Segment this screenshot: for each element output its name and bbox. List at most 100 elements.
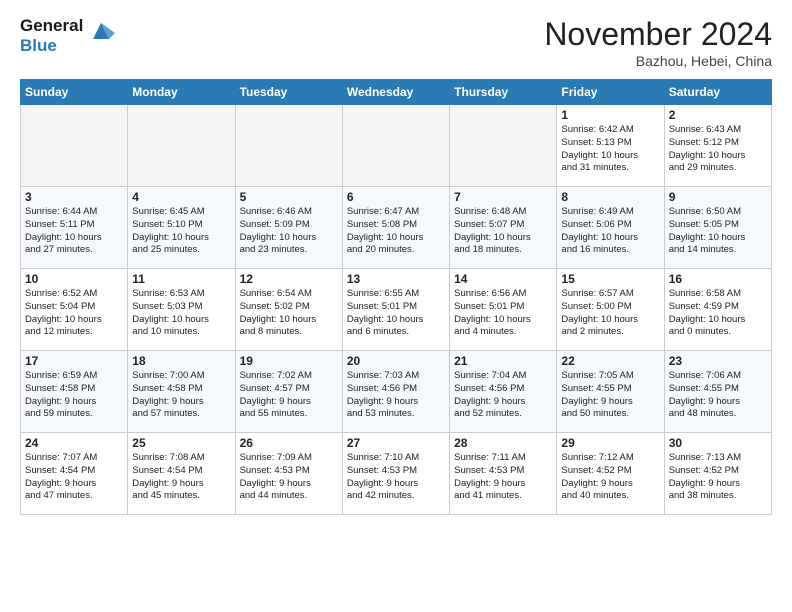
day-number: 19 — [240, 354, 338, 368]
calendar-cell: 15 Sunrise: 6:57 AM Sunset: 5:00 PM Dayli… — [557, 269, 664, 351]
title-block: November 2024 Bazhou, Hebei, China — [544, 16, 772, 69]
calendar-cell: 10 Sunrise: 6:52 AM Sunset: 5:04 PM Dayli… — [21, 269, 128, 351]
logo-blue: Blue — [20, 36, 57, 55]
day-info: Sunrise: 7:06 AM Sunset: 4:55 PM Dayligh… — [669, 370, 767, 421]
day-info: Sunrise: 6:47 AM Sunset: 5:08 PM Dayligh… — [347, 206, 445, 257]
day-number: 1 — [561, 108, 659, 122]
day-info: Sunrise: 7:08 AM Sunset: 4:54 PM Dayligh… — [132, 452, 230, 503]
calendar-cell: 17 Sunrise: 6:59 AM Sunset: 4:58 PM Dayli… — [21, 351, 128, 433]
weekday-sunday: Sunday — [21, 80, 128, 105]
day-number: 30 — [669, 436, 767, 450]
weekday-saturday: Saturday — [664, 80, 771, 105]
day-info: Sunrise: 7:13 AM Sunset: 4:52 PM Dayligh… — [669, 452, 767, 503]
day-number: 18 — [132, 354, 230, 368]
day-info: Sunrise: 7:12 AM Sunset: 4:52 PM Dayligh… — [561, 452, 659, 503]
day-info: Sunrise: 7:11 AM Sunset: 4:53 PM Dayligh… — [454, 452, 552, 503]
day-number: 27 — [347, 436, 445, 450]
week-row-3: 10 Sunrise: 6:52 AM Sunset: 5:04 PM Dayli… — [21, 269, 772, 351]
week-row-2: 3 Sunrise: 6:44 AM Sunset: 5:11 PM Daylig… — [21, 187, 772, 269]
day-number: 28 — [454, 436, 552, 450]
day-number: 24 — [25, 436, 123, 450]
day-number: 23 — [669, 354, 767, 368]
weekday-header-row: SundayMondayTuesdayWednesdayThursdayFrid… — [21, 80, 772, 105]
day-info: Sunrise: 6:48 AM Sunset: 5:07 PM Dayligh… — [454, 206, 552, 257]
calendar-cell: 19Sunrise: 7:02 AM Sunset: 4:57 PM Dayli… — [235, 351, 342, 433]
day-number: 16 — [669, 272, 767, 286]
calendar-cell: 16 Sunrise: 6:58 AM Sunset: 4:59 PM Dayli… — [664, 269, 771, 351]
calendar-cell — [128, 105, 235, 187]
day-info: Sunrise: 6:56 AM Sunset: 5:01 PM Dayligh… — [454, 288, 552, 339]
weekday-wednesday: Wednesday — [342, 80, 449, 105]
calendar-cell: 9Sunrise: 6:50 AM Sunset: 5:05 PM Daylig… — [664, 187, 771, 269]
logo-text: General Blue — [20, 16, 115, 55]
calendar-cell: 27 Sunrise: 7:10 AM Sunset: 4:53 PM Dayli… — [342, 433, 449, 515]
day-number: 2 — [669, 108, 767, 122]
calendar-cell: 21Sunrise: 7:04 AM Sunset: 4:56 PM Dayli… — [450, 351, 557, 433]
day-info: Sunrise: 6:44 AM Sunset: 5:11 PM Dayligh… — [25, 206, 123, 257]
calendar-cell: 20Sunrise: 7:03 AM Sunset: 4:56 PM Dayli… — [342, 351, 449, 433]
page: General Blue November 2024 Bazhou, Hebei… — [0, 0, 792, 531]
calendar-cell: 11 Sunrise: 6:53 AM Sunset: 5:03 PM Dayli… — [128, 269, 235, 351]
calendar-cell: 25Sunrise: 7:08 AM Sunset: 4:54 PM Dayli… — [128, 433, 235, 515]
day-info: Sunrise: 7:00 AM Sunset: 4:58 PM Dayligh… — [132, 370, 230, 421]
calendar-cell — [450, 105, 557, 187]
calendar-cell: 5 Sunrise: 6:46 AM Sunset: 5:09 PM Daylig… — [235, 187, 342, 269]
day-info: Sunrise: 6:59 AM Sunset: 4:58 PM Dayligh… — [25, 370, 123, 421]
location: Bazhou, Hebei, China — [544, 53, 772, 69]
day-info: Sunrise: 7:05 AM Sunset: 4:55 PM Dayligh… — [561, 370, 659, 421]
weekday-thursday: Thursday — [450, 80, 557, 105]
calendar-cell: 4 Sunrise: 6:45 AM Sunset: 5:10 PM Daylig… — [128, 187, 235, 269]
day-number: 8 — [561, 190, 659, 204]
day-info: Sunrise: 6:58 AM Sunset: 4:59 PM Dayligh… — [669, 288, 767, 339]
calendar-cell: 18 Sunrise: 7:00 AM Sunset: 4:58 PM Dayli… — [128, 351, 235, 433]
day-info: Sunrise: 7:04 AM Sunset: 4:56 PM Dayligh… — [454, 370, 552, 421]
day-info: Sunrise: 6:45 AM Sunset: 5:10 PM Dayligh… — [132, 206, 230, 257]
calendar-cell: 2 Sunrise: 6:43 AM Sunset: 5:12 PM Daylig… — [664, 105, 771, 187]
day-number: 29 — [561, 436, 659, 450]
week-row-5: 24 Sunrise: 7:07 AM Sunset: 4:54 PM Dayli… — [21, 433, 772, 515]
header: General Blue November 2024 Bazhou, Hebei… — [20, 16, 772, 69]
day-info: Sunrise: 6:53 AM Sunset: 5:03 PM Dayligh… — [132, 288, 230, 339]
calendar-table: SundayMondayTuesdayWednesdayThursdayFrid… — [20, 79, 772, 515]
day-info: Sunrise: 6:49 AM Sunset: 5:06 PM Dayligh… — [561, 206, 659, 257]
calendar-cell: 23 Sunrise: 7:06 AM Sunset: 4:55 PM Dayli… — [664, 351, 771, 433]
day-info: Sunrise: 6:55 AM Sunset: 5:01 PM Dayligh… — [347, 288, 445, 339]
logo-general: General — [20, 16, 83, 35]
day-info: Sunrise: 7:10 AM Sunset: 4:53 PM Dayligh… — [347, 452, 445, 503]
day-number: 11 — [132, 272, 230, 286]
day-info: Sunrise: 6:42 AM Sunset: 5:13 PM Dayligh… — [561, 124, 659, 175]
calendar-cell: 28 Sunrise: 7:11 AM Sunset: 4:53 PM Dayli… — [450, 433, 557, 515]
day-info: Sunrise: 6:46 AM Sunset: 5:09 PM Dayligh… — [240, 206, 338, 257]
day-info: Sunrise: 7:09 AM Sunset: 4:53 PM Dayligh… — [240, 452, 338, 503]
day-number: 10 — [25, 272, 123, 286]
calendar-cell: 26 Sunrise: 7:09 AM Sunset: 4:53 PM Dayli… — [235, 433, 342, 515]
week-row-4: 17 Sunrise: 6:59 AM Sunset: 4:58 PM Dayli… — [21, 351, 772, 433]
day-number: 14 — [454, 272, 552, 286]
day-number: 12 — [240, 272, 338, 286]
day-number: 20 — [347, 354, 445, 368]
day-number: 5 — [240, 190, 338, 204]
day-info: Sunrise: 6:52 AM Sunset: 5:04 PM Dayligh… — [25, 288, 123, 339]
calendar-cell: 14 Sunrise: 6:56 AM Sunset: 5:01 PM Dayli… — [450, 269, 557, 351]
calendar-cell: 1 Sunrise: 6:42 AM Sunset: 5:13 PM Daylig… — [557, 105, 664, 187]
calendar-cell: 8 Sunrise: 6:49 AM Sunset: 5:06 PM Daylig… — [557, 187, 664, 269]
calendar-cell — [235, 105, 342, 187]
logo: General Blue — [20, 16, 115, 55]
day-info: Sunrise: 6:57 AM Sunset: 5:00 PM Dayligh… — [561, 288, 659, 339]
day-number: 4 — [132, 190, 230, 204]
day-number: 7 — [454, 190, 552, 204]
calendar-cell: 13Sunrise: 6:55 AM Sunset: 5:01 PM Dayli… — [342, 269, 449, 351]
calendar-cell — [21, 105, 128, 187]
month-title: November 2024 — [544, 16, 772, 53]
day-info: Sunrise: 7:07 AM Sunset: 4:54 PM Dayligh… — [25, 452, 123, 503]
day-info: Sunrise: 6:54 AM Sunset: 5:02 PM Dayligh… — [240, 288, 338, 339]
day-info: Sunrise: 6:43 AM Sunset: 5:12 PM Dayligh… — [669, 124, 767, 175]
day-number: 26 — [240, 436, 338, 450]
day-number: 17 — [25, 354, 123, 368]
calendar-cell: 6Sunrise: 6:47 AM Sunset: 5:08 PM Daylig… — [342, 187, 449, 269]
day-number: 3 — [25, 190, 123, 204]
calendar-cell: 29 Sunrise: 7:12 AM Sunset: 4:52 PM Dayli… — [557, 433, 664, 515]
weekday-tuesday: Tuesday — [235, 80, 342, 105]
day-number: 15 — [561, 272, 659, 286]
day-number: 22 — [561, 354, 659, 368]
